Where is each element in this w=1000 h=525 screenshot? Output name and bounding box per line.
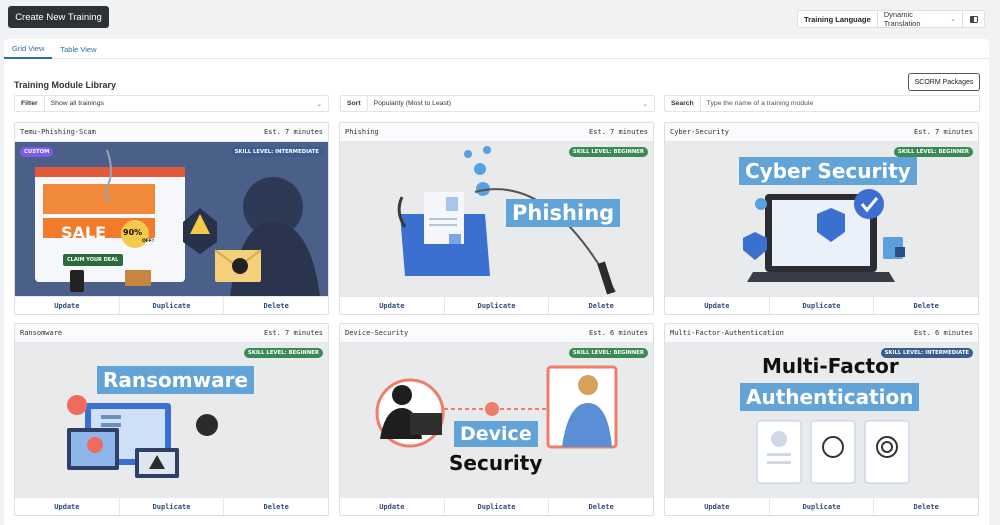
thumbnail-banner: Cyber Security xyxy=(739,157,917,185)
scorm-packages-button[interactable]: SCORM Packages xyxy=(908,73,980,91)
page-title: Training Module Library xyxy=(14,80,117,90)
delete-button[interactable]: Delete xyxy=(549,297,653,314)
card-thumbnail[interactable]: SKILL LEVEL: INTERMEDIATE Multi-Factor A… xyxy=(665,343,978,497)
filter-control[interactable]: Filter Show all trainings ⌄ xyxy=(14,95,329,112)
book-icon[interactable] xyxy=(962,11,984,27)
tab-grid-view[interactable]: Grid View xyxy=(4,39,53,59)
training-card[interactable]: Temu-Phishing-Scam Est. 7 minutes CUSTOM… xyxy=(14,122,329,315)
card-title: Device-Security xyxy=(345,329,409,337)
update-button[interactable]: Update xyxy=(340,297,445,314)
duplicate-button[interactable]: Duplicate xyxy=(770,297,875,314)
card-duration: Est. 6 minutes xyxy=(913,329,973,337)
delete-button[interactable]: Delete xyxy=(224,498,328,515)
skill-level-badge: SKILL LEVEL: BEGINNER xyxy=(568,147,648,157)
card-header: Temu-Phishing-Scam Est. 7 minutes xyxy=(15,123,328,142)
sort-label: Sort xyxy=(341,96,368,111)
update-button[interactable]: Update xyxy=(15,297,120,314)
duplicate-button[interactable]: Duplicate xyxy=(770,498,875,515)
card-actions: Update Duplicate Delete xyxy=(15,296,328,314)
card-duration: Est. 7 minutes xyxy=(913,128,973,136)
card-header: Phishing Est. 7 minutes xyxy=(340,123,653,142)
skill-level-badge: SKILL LEVEL: INTERMEDIATE xyxy=(880,348,973,358)
card-duration: Est. 6 minutes xyxy=(588,329,648,337)
card-actions: Update Duplicate Delete xyxy=(340,296,653,314)
card-title: Multi-Factor-Authentication xyxy=(670,329,784,337)
duplicate-button[interactable]: Duplicate xyxy=(120,498,225,515)
filter-select[interactable]: Show all trainings ⌄ xyxy=(45,100,328,108)
view-tabs: Grid View Table View xyxy=(4,39,989,59)
delete-button[interactable]: Delete xyxy=(874,297,978,314)
sort-value: Popularity (Most to Least) xyxy=(373,100,452,107)
training-card[interactable]: Device-Security Est. 6 minutes SKILL LEV… xyxy=(339,323,654,516)
card-actions: Update Duplicate Delete xyxy=(665,296,978,314)
chevron-down-icon: ⌄ xyxy=(642,100,648,108)
sort-control[interactable]: Sort Popularity (Most to Least) ⌄ xyxy=(340,95,655,112)
create-new-training-button[interactable]: Create New Training xyxy=(8,6,109,28)
card-header: Ransomware Est. 7 minutes xyxy=(15,324,328,343)
update-button[interactable]: Update xyxy=(665,297,770,314)
training-card[interactable]: Ransomware Est. 7 minutes SKILL LEVEL: B… xyxy=(14,323,329,516)
thumbnail-banner: Phishing xyxy=(506,199,621,227)
training-language-selector[interactable]: Training Language Dynamic Translation ⌄ xyxy=(797,10,985,28)
card-actions: Update Duplicate Delete xyxy=(340,497,653,515)
chevron-down-icon: ⌄ xyxy=(316,100,322,108)
card-thumbnail[interactable]: CUSTOM SKILL LEVEL: INTERMEDIATE SALE 90… xyxy=(15,142,328,296)
card-title: Cyber-Security xyxy=(670,128,730,136)
training-card[interactable]: Multi-Factor-Authentication Est. 6 minut… xyxy=(664,323,979,516)
delete-button[interactable]: Delete xyxy=(224,297,328,314)
custom-badge: CUSTOM xyxy=(20,147,54,157)
delete-button[interactable]: Delete xyxy=(549,498,653,515)
search-label: Search xyxy=(665,96,701,111)
training-card[interactable]: Cyber-Security Est. 7 minutes SKILL LEVE… xyxy=(664,122,979,315)
duplicate-button[interactable]: Duplicate xyxy=(445,297,550,314)
card-title: Ransomware xyxy=(20,329,63,337)
sort-select[interactable]: Popularity (Most to Least) ⌄ xyxy=(368,100,654,108)
skill-level-badge: SKILL LEVEL: BEGINNER xyxy=(893,147,973,157)
thumbnail-subtitle: Security xyxy=(449,451,543,475)
thumbnail-title: Multi-Factor xyxy=(762,354,899,378)
filter-label: Filter xyxy=(15,96,45,111)
card-title: Temu-Phishing-Scam xyxy=(20,128,96,136)
card-header: Device-Security Est. 6 minutes xyxy=(340,324,653,343)
update-button[interactable]: Update xyxy=(340,498,445,515)
card-thumbnail[interactable]: SKILL LEVEL: BEGINNER Ransomware xyxy=(15,343,328,497)
update-button[interactable]: Update xyxy=(665,498,770,515)
training-language-select[interactable]: Dynamic Translation ⌄ xyxy=(878,10,962,28)
card-duration: Est. 7 minutes xyxy=(263,128,323,136)
filter-value: Show all trainings xyxy=(50,100,104,107)
card-header: Cyber-Security Est. 7 minutes xyxy=(665,123,978,142)
training-language-label: Training Language xyxy=(804,14,871,24)
thumbnail-banner: Device xyxy=(454,421,538,447)
discount-text: 90% xyxy=(123,228,143,237)
search-input[interactable]: Type the name of a training module xyxy=(701,100,979,107)
delete-button[interactable]: Delete xyxy=(874,498,978,515)
training-language-value: Dynamic Translation xyxy=(883,10,921,28)
skill-level-badge: SKILL LEVEL: BEGINNER xyxy=(568,348,648,358)
tab-table-view[interactable]: Table View xyxy=(52,39,104,59)
claim-deal-text: CLAIM YOUR DEAL xyxy=(67,257,119,263)
card-header: Multi-Factor-Authentication Est. 6 minut… xyxy=(665,324,978,343)
sale-text: SALE xyxy=(61,223,107,242)
card-duration: Est. 7 minutes xyxy=(263,329,323,337)
duplicate-button[interactable]: Duplicate xyxy=(445,498,550,515)
card-thumbnail[interactable]: SKILL LEVEL: BEGINNER Device Security xyxy=(340,343,653,497)
card-thumbnail[interactable]: SKILL LEVEL: BEGINNER Cyber Security xyxy=(665,142,978,296)
duplicate-button[interactable]: Duplicate xyxy=(120,297,225,314)
card-thumbnail[interactable]: SKILL LEVEL: BEGINNER Phishing xyxy=(340,142,653,296)
thumbnail-banner: Ransomware xyxy=(97,366,255,394)
discount-off-text: OFF! xyxy=(142,239,155,244)
skill-level-badge: SKILL LEVEL: INTERMEDIATE xyxy=(230,147,323,157)
thumbnail-banner: Authentication xyxy=(740,383,920,411)
update-button[interactable]: Update xyxy=(15,498,120,515)
card-title: Phishing xyxy=(345,128,379,136)
card-actions: Update Duplicate Delete xyxy=(15,497,328,515)
card-duration: Est. 7 minutes xyxy=(588,128,648,136)
training-card[interactable]: Phishing Est. 7 minutes SKILL LEVEL: BEG… xyxy=(339,122,654,315)
skill-level-badge: SKILL LEVEL: BEGINNER xyxy=(243,348,323,358)
chevron-down-icon: ⌄ xyxy=(950,16,956,23)
card-actions: Update Duplicate Delete xyxy=(665,497,978,515)
search-control[interactable]: Search Type the name of a training modul… xyxy=(664,95,980,112)
